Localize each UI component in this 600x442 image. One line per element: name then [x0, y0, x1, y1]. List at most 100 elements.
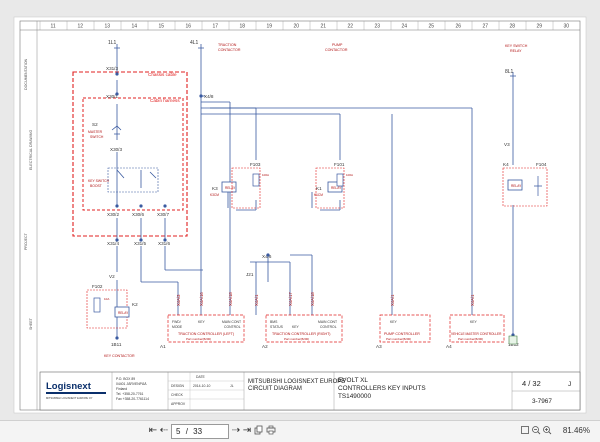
wire-label: X4A/18	[310, 292, 315, 306]
controller-title: TRACTION CONTROLLER (RIGHT)	[272, 332, 331, 336]
date-value: 2014-10-10	[193, 384, 210, 388]
controller-pin: KEY	[292, 325, 300, 329]
wire-label: X4A/18	[228, 292, 233, 306]
column-number: 19	[267, 24, 273, 30]
controller-part: Part number(8200)	[386, 337, 411, 341]
column-number: 20	[294, 24, 300, 30]
key-switch-relay-label: RELAY	[510, 49, 522, 53]
subject: CONTROLLERS KEY INPUTS	[338, 385, 426, 392]
document-viewer: 11 12 13 14 15 16 17 18 19 20 21 22 23 24 25 26 27 28 29 30…	[0, 0, 600, 420]
terminal-X4-8: X4/8	[204, 94, 214, 99]
zoom-in-icon[interactable]	[542, 425, 552, 437]
key-switch-relay-label: KEY SWITCH	[505, 44, 528, 48]
column-number: 28	[510, 24, 516, 30]
first-page-button[interactable]: ⇤	[148, 425, 158, 437]
zoom-out-icon[interactable]	[531, 425, 541, 437]
column-number: 21	[321, 24, 327, 30]
wire-label: X4A/16	[199, 292, 204, 306]
terminal-V3: V3	[504, 142, 510, 147]
terminal-4L1: 4L1	[190, 40, 199, 46]
column-number: 15	[159, 24, 165, 30]
prev-page-button[interactable]: ⇠	[159, 425, 169, 437]
last-page-button[interactable]: ⇥	[242, 425, 252, 437]
terminal-X31-3: X31/3	[106, 66, 118, 71]
column-number: 29	[537, 24, 543, 30]
column-number: 17	[213, 24, 219, 30]
traction-contactor-label: TRACTION	[218, 43, 237, 47]
column-number: 14	[132, 24, 138, 30]
traction-contactor-label: CONTACTOR	[218, 48, 241, 52]
s2-label: S2	[92, 122, 98, 127]
cabin-label: Cabin harness	[150, 98, 180, 103]
meta-label: APPROV	[171, 402, 186, 406]
doc-type: CIRCUIT DIAGRAM	[248, 386, 302, 392]
fit-page-icon[interactable]	[520, 425, 530, 437]
side-note: PROJECT	[24, 232, 28, 250]
column-number: 26	[456, 24, 462, 30]
k4-relay-text: RELAY	[511, 184, 522, 188]
controller-pin: KEY	[470, 320, 478, 324]
page-current: 5	[176, 427, 181, 436]
page-separator: /	[185, 427, 188, 436]
side-note: DOCUMENTATION	[24, 58, 28, 90]
pump-contactor-label: CONTACTOR	[325, 48, 348, 52]
logo-tagline: MITSUBISHI LOGISNEXT EUROPE OY	[46, 396, 93, 400]
column-number: 23	[375, 24, 381, 30]
paper	[13, 16, 587, 414]
address-line: 04401 JÄRVENPÄÄ	[116, 382, 147, 386]
column-number: 18	[240, 24, 246, 30]
f101-value: 100A	[346, 173, 353, 177]
page-number-field[interactable]: 5 / 33	[171, 424, 229, 439]
column-number: 24	[402, 24, 408, 30]
doc-number: TS1490000	[338, 393, 371, 400]
k1-relay-text: RELAY	[331, 186, 342, 190]
column-number: 27	[483, 24, 489, 30]
pump-contactor-label: PUMP	[332, 43, 343, 47]
copy-icon[interactable]	[254, 425, 264, 437]
chassis-label: Chassis cable	[148, 72, 177, 77]
k1-sub: K1CM	[314, 193, 323, 197]
f102-label: F102	[92, 284, 103, 289]
address-line: Fax +358-20-7761114	[116, 397, 149, 401]
key-switch-desc: KEY SWITCH	[88, 179, 110, 183]
controller-pin: MODE	[172, 325, 183, 329]
wire-label: X4A/1	[390, 294, 395, 306]
meta-label: DESIGN	[171, 384, 185, 388]
k1-label: K1	[316, 186, 322, 191]
schematic-sheet: 11 12 13 14 15 16 17 18 19 20 21 22 23 24 25 26 27 28 29 30…	[13, 16, 587, 414]
f103-label: F103	[250, 162, 261, 167]
wire-label: X4A/17	[288, 292, 293, 306]
viewer-toolbar: ⇤ ⇠ 5 / 33 ⇢ ⇥ 81.46%	[0, 420, 600, 442]
terminal-1B11: 1B11	[111, 342, 122, 347]
terminal-X31-6: X31/6	[158, 241, 170, 246]
company-logo: Logisnext	[46, 381, 92, 392]
terminal-X30-2: X30/2	[107, 212, 119, 217]
k3-sub: K3CM	[210, 193, 219, 197]
controller-pin: KEY	[390, 320, 398, 324]
zoom-level[interactable]: 81.46%	[563, 425, 590, 437]
page-total: 33	[193, 427, 203, 436]
title-block: Logisnext MITSUBISHI LOGISNEXT EUROPE OY…	[39, 371, 581, 411]
k2-label: K2	[132, 302, 138, 307]
print-icon[interactable]	[266, 425, 276, 437]
controller-id: A3	[376, 344, 382, 349]
terminal-X31-5: X31/5	[134, 241, 146, 246]
next-page-button[interactable]: ⇢	[231, 425, 241, 437]
controller-pin: BMS	[270, 320, 278, 324]
controller-part: Part number(8200)	[458, 337, 483, 341]
initials: JL	[230, 384, 234, 388]
model: EVOLT XL	[338, 377, 368, 384]
k3-relay-text: RELAY	[225, 186, 236, 190]
terminal-J21: J21	[246, 272, 254, 277]
terminal-X30-7: X30/7	[157, 212, 169, 217]
s2-desc: SWITCH	[90, 135, 104, 139]
wire-label: X4A/1	[254, 294, 259, 306]
column-number: 22	[348, 24, 354, 30]
controller-id: A2	[262, 344, 268, 349]
meta-label: CHECK	[171, 393, 184, 397]
date-label: DATE	[196, 375, 206, 379]
k2-relay-text: RELAY	[118, 311, 129, 315]
k4-label: K4	[503, 162, 509, 167]
controller-pin: MAIN CONT	[318, 320, 337, 324]
controller-pin: CONTROL	[320, 325, 337, 329]
